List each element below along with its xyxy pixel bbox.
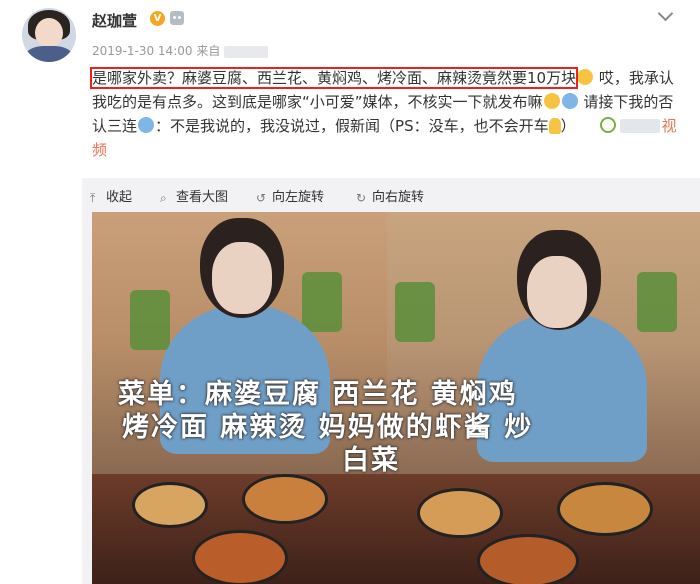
rotate-left-icon: ↺ bbox=[256, 191, 267, 205]
overlay-line2: 烤冷面 麻辣烫 妈妈做的虾酱 炒 bbox=[122, 412, 534, 443]
magnify-icon: ⌕ bbox=[160, 191, 167, 205]
post-text-part4: ） bbox=[560, 117, 576, 135]
verified-badge-icon: V bbox=[150, 11, 165, 26]
post-source-prefix: 来自 bbox=[196, 44, 221, 58]
weibo-post-card: 赵珈萱 V 2019-1-30 14:00 来自 是哪家外卖？麻婆豆腐、西兰花、… bbox=[0, 0, 700, 584]
sad-emoji-icon bbox=[138, 117, 155, 133]
collapse-button[interactable]: ⤒ 收起 bbox=[90, 186, 132, 205]
post-meta: 2019-1-30 14:00 来自 bbox=[92, 42, 269, 59]
username[interactable]: 赵珈萱 bbox=[92, 10, 137, 31]
image-toolbar: ⤒ 收起 ⌕ 查看大图 ↺ 向左旋转 ↻ 向右旋转 bbox=[82, 178, 700, 212]
avatar[interactable] bbox=[22, 8, 76, 62]
overlay-line3: 白菜 bbox=[342, 445, 400, 476]
member-icon bbox=[170, 11, 184, 25]
menu-overlay-text: 菜单：麻婆豆腐 西兰花 黄焖鸡 烤冷面 麻辣烫 妈妈做的虾酱 炒 白菜 bbox=[118, 378, 678, 477]
chevron-down-icon[interactable] bbox=[657, 5, 674, 22]
cry-emoji-icon bbox=[561, 93, 578, 109]
view-large-button[interactable]: ⌕ 查看大图 bbox=[160, 186, 228, 205]
bottle-emoji-icon bbox=[548, 118, 561, 134]
post-date[interactable]: 2019-1-30 14:00 bbox=[92, 44, 193, 58]
link-icon bbox=[599, 117, 616, 133]
post-text: 是哪家外卖？麻婆豆腐、西兰花、黄焖鸡、烤冷面、麻辣烫竟然要10万块 哎，我承认我… bbox=[89, 66, 688, 162]
collapse-icon: ⤒ bbox=[90, 191, 96, 205]
overlay-line1: 菜单：麻婆豆腐 西兰花 黄焖鸡 bbox=[118, 379, 518, 410]
post-text-part3: ：不是我说的，我没说过，假新闻（PS：没车，也不会开车 bbox=[155, 117, 549, 135]
sweat-emoji-icon bbox=[543, 93, 560, 109]
blurred-source bbox=[224, 45, 269, 58]
rotate-right-button[interactable]: ↻ 向右旋转 bbox=[356, 186, 424, 205]
blurred-link-text bbox=[619, 119, 660, 133]
rotate-right-icon: ↻ bbox=[356, 191, 367, 205]
highlighted-text: 是哪家外卖？麻婆豆腐、西兰花、黄焖鸡、烤冷面、麻辣烫竟然要10万块 bbox=[89, 67, 579, 89]
rotate-left-button[interactable]: ↺ 向左旋转 bbox=[256, 186, 324, 205]
shock-emoji-icon bbox=[577, 69, 594, 85]
